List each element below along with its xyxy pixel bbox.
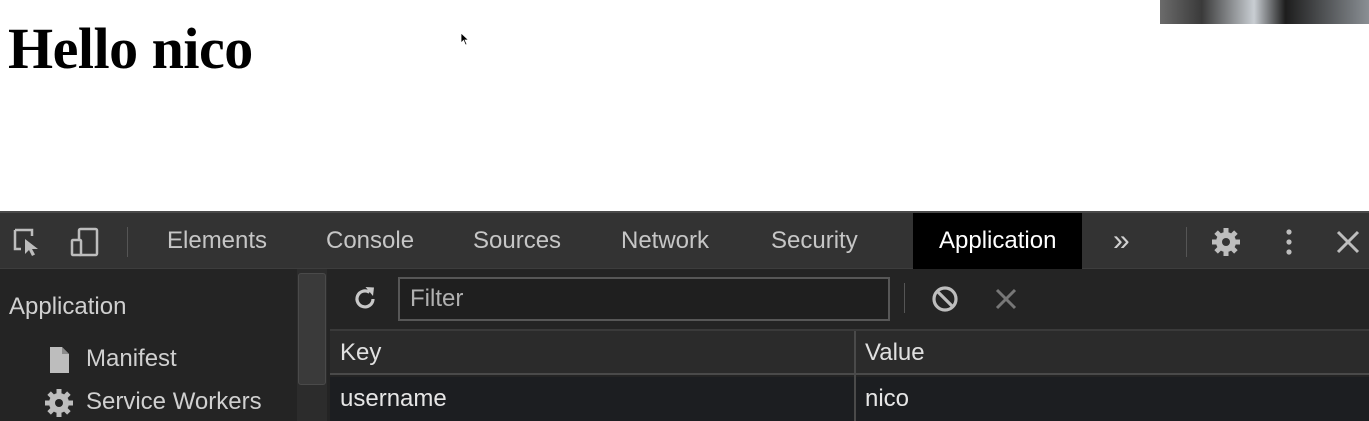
- tab-elements[interactable]: Elements: [167, 213, 267, 269]
- settings-gear-icon[interactable]: [1211, 227, 1241, 257]
- webcam-thumbnail: [1160, 0, 1369, 24]
- delete-selected-icon[interactable]: [992, 285, 1020, 313]
- scrollbar-thumb[interactable]: [298, 273, 326, 385]
- tab-security[interactable]: Security: [771, 213, 858, 269]
- file-icon: [50, 346, 69, 373]
- tab-network[interactable]: Network: [621, 213, 709, 269]
- tab-application[interactable]: Application: [913, 213, 1083, 269]
- column-header-value[interactable]: Value: [855, 331, 1369, 375]
- sidebar-item-manifest[interactable]: Manifest: [44, 342, 177, 376]
- application-sidebar: Application Manifest Service Workers: [0, 269, 298, 421]
- storage-toolbar: [330, 269, 1369, 331]
- tab-sources[interactable]: Sources: [473, 213, 561, 269]
- mouse-cursor-icon: [460, 32, 470, 46]
- device-toolbar-icon[interactable]: [70, 227, 100, 257]
- sidebar-item-label: Manifest: [86, 345, 177, 372]
- page-content: Hello nico: [0, 0, 1369, 211]
- close-icon[interactable]: [1333, 227, 1363, 257]
- toolbar-divider: [1186, 227, 1187, 257]
- devtools-panel: Elements Console Sources Network Securit…: [0, 211, 1369, 421]
- sidebar-heading: Application: [9, 293, 127, 320]
- more-options-icon[interactable]: [1274, 227, 1304, 257]
- tab-console[interactable]: Console: [326, 213, 414, 269]
- sidebar-scrollbar[interactable]: [297, 269, 327, 421]
- toolbar-divider: [904, 283, 905, 313]
- sidebar-item-service-workers[interactable]: Service Workers: [44, 385, 262, 419]
- cell-key[interactable]: username: [330, 377, 855, 421]
- filter-input[interactable]: [398, 277, 890, 321]
- gear-icon: [45, 388, 73, 417]
- inspect-element-icon[interactable]: [12, 227, 42, 257]
- devtools-tabbar: Elements Console Sources Network Securit…: [0, 211, 1369, 269]
- storage-view: Key Value username nico: [330, 269, 1369, 421]
- page-heading: Hello nico: [8, 16, 253, 81]
- column-divider[interactable]: [854, 331, 856, 421]
- sidebar-item-label: Service Workers: [86, 388, 262, 415]
- clear-all-icon[interactable]: [930, 284, 960, 314]
- refresh-icon[interactable]: [350, 284, 380, 314]
- cell-value[interactable]: nico: [855, 377, 1369, 421]
- toolbar-divider: [127, 227, 128, 257]
- column-header-key[interactable]: Key: [330, 331, 855, 375]
- more-tabs-button[interactable]: »: [1113, 213, 1130, 269]
